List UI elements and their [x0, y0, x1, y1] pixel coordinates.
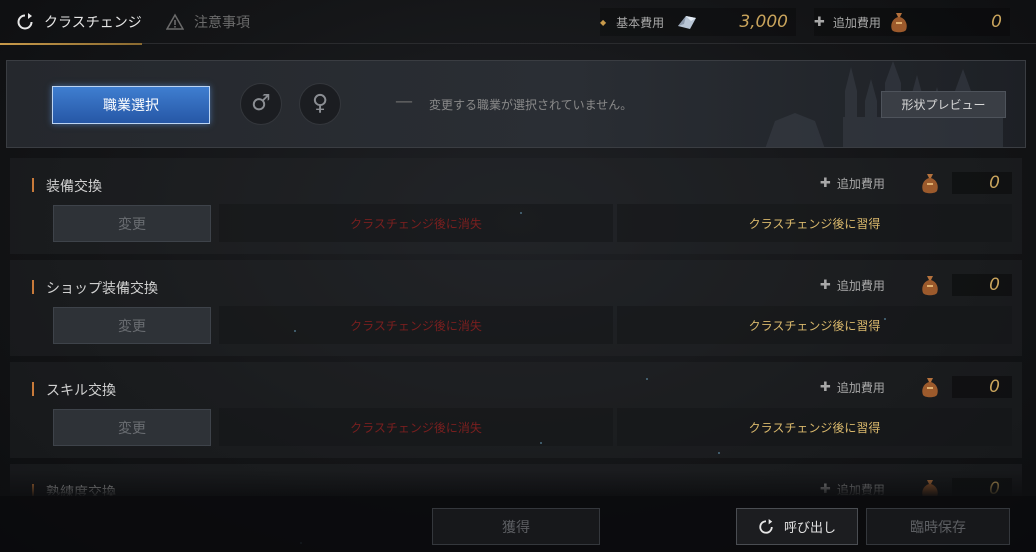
recall-button-label: 呼び出し: [783, 521, 836, 536]
job-status-message: 変更する職業が選択されていません。: [429, 98, 633, 112]
particle: [294, 330, 296, 332]
money-bag-icon: [922, 480, 938, 496]
change-button[interactable]: 変更: [53, 409, 211, 446]
bottom-action-bar: 獲得 呼び出し 臨時保存: [0, 496, 1036, 552]
section-title: スキル交換: [32, 380, 116, 400]
tab-class-change[interactable]: クラスチェンジ: [0, 0, 142, 45]
section-cost-value: 0: [989, 479, 1000, 496]
change-button[interactable]: 変更: [53, 205, 211, 242]
gained-after-change: クラスチェンジ後に習得: [617, 306, 1012, 344]
section-title: 熟練度交換: [32, 482, 116, 496]
section-cost-value: 0: [989, 377, 1000, 397]
base-cost-value: 3,000: [739, 12, 788, 32]
acquire-button[interactable]: 獲得: [432, 508, 600, 545]
cycle-icon: [759, 518, 773, 534]
section-cost-label: 追加費用: [836, 380, 885, 395]
lost-after-change: クラスチェンジ後に消失: [219, 408, 613, 446]
dash-separator: —: [395, 91, 413, 112]
gained-after-change: クラスチェンジ後に習得: [617, 408, 1012, 446]
cost-value-bg: [952, 376, 1012, 398]
extra-cost-label: 追加費用: [832, 15, 881, 30]
skill-exchange-section: スキル交換 ✚ 追加費用 0 変更 クラスチェンジ後に消失 クラスチェンジ後に習…: [10, 362, 1022, 458]
plus-icon: ✚: [820, 379, 831, 395]
money-bag-icon: [922, 174, 938, 194]
gained-after-change: クラスチェンジ後に習得: [617, 204, 1012, 242]
proficiency-exchange-section: 熟練度交換 ✚ 追加費用 0: [10, 464, 1022, 496]
cycle-icon: [17, 13, 33, 30]
tab-class-change-label: クラスチェンジ: [44, 15, 142, 31]
bullet-icon: ◆: [600, 17, 607, 27]
shop-equipment-exchange-section: ショップ装備交換 ✚ 追加費用 0 変更 クラスチェンジ後に消失 クラスチェンジ…: [10, 260, 1022, 356]
tab-notice[interactable]: 注意事項: [166, 0, 250, 44]
plus-icon: ✚: [814, 14, 825, 30]
plus-icon: ✚: [820, 277, 831, 293]
male-icon: ♂: [251, 91, 271, 116]
section-title: ショップ装備交換: [32, 278, 158, 298]
base-cost-label: 基本費用: [616, 15, 665, 30]
section-cost-label: 追加費用: [836, 278, 885, 293]
section-extra-cost: ✚ 追加費用 0: [820, 476, 1012, 496]
crystal-icon: [678, 16, 697, 29]
top-bar: クラスチェンジ 注意事項 ◆ 基本費用 3,000 ✚ 追加費用 0: [0, 0, 1036, 45]
money-bag-icon: [922, 276, 938, 296]
section-cost-label: 追加費用: [836, 176, 885, 191]
tab-notice-label: 注意事項: [194, 15, 250, 31]
section-cost-value: 0: [989, 275, 1000, 295]
female-button[interactable]: ♀: [299, 83, 341, 125]
lost-after-change: クラスチェンジ後に消失: [219, 306, 613, 344]
female-icon: ♀: [311, 91, 329, 116]
male-button[interactable]: ♂: [240, 83, 282, 125]
particle: [718, 452, 720, 454]
job-select-panel: 職業選択 ♂ ♀ — 変更する職業が選択されていません。 形状プレビュー: [6, 60, 1026, 148]
cost-value-bg: [952, 478, 1012, 496]
money-bag-icon: [922, 378, 938, 398]
shape-preview-button[interactable]: 形状プレビュー: [881, 91, 1006, 118]
section-extra-cost: ✚ 追加費用 0: [820, 272, 1012, 298]
cost-value-bg: [952, 274, 1012, 296]
plus-icon: ✚: [820, 481, 831, 497]
money-bag-icon: [891, 13, 907, 33]
temp-save-button[interactable]: 臨時保存: [866, 508, 1010, 545]
extra-cost: ✚ 追加費用 0: [814, 8, 1010, 36]
particle: [884, 318, 886, 320]
section-extra-cost: ✚ 追加費用 0: [820, 170, 1012, 196]
warning-icon: [166, 13, 184, 30]
section-cost-label: 追加費用: [836, 482, 885, 497]
equipment-exchange-section: 装備交換 ✚ 追加費用 0 変更 クラスチェンジ後に消失 クラスチェンジ後に習得: [10, 158, 1022, 254]
lost-after-change: クラスチェンジ後に消失: [219, 204, 613, 242]
particle: [646, 378, 648, 380]
base-cost: ◆ 基本費用 3,000: [600, 8, 796, 36]
job-select-button[interactable]: 職業選択: [52, 86, 210, 124]
plus-icon: ✚: [820, 175, 831, 191]
cost-value-bg: [952, 172, 1012, 194]
particle: [520, 212, 522, 214]
particle: [540, 442, 542, 444]
extra-cost-value: 0: [991, 12, 1002, 32]
section-cost-value: 0: [989, 173, 1000, 193]
section-extra-cost: ✚ 追加費用 0: [820, 374, 1012, 400]
recall-button[interactable]: 呼び出し: [736, 508, 858, 545]
section-title: 装備交換: [32, 176, 102, 196]
change-button[interactable]: 変更: [53, 307, 211, 344]
